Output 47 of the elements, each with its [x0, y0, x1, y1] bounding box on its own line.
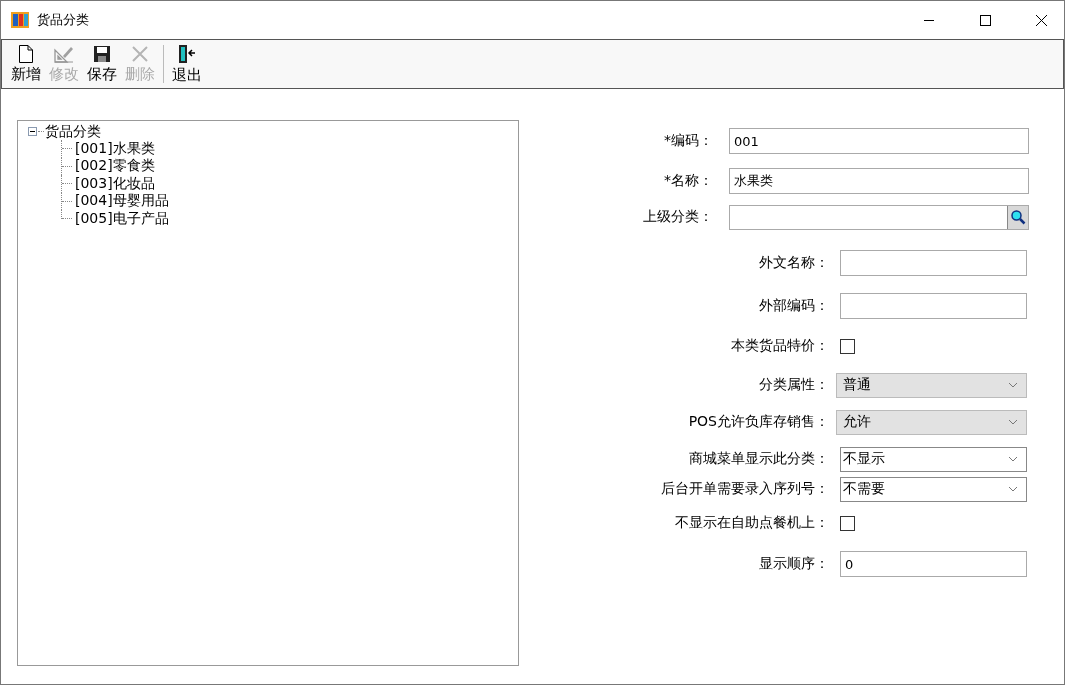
text-field[interactable]: 水果类 [729, 168, 1029, 194]
toolbar-button[interactable]: 新增 [8, 42, 44, 86]
field-label: 本类货品特价： [730, 337, 829, 355]
new-document-icon [18, 44, 34, 63]
toolbar-button[interactable]: 退出 [169, 42, 205, 86]
text-field[interactable]: 0 [840, 551, 1027, 577]
ruler-pen-icon [54, 44, 74, 63]
tree-item[interactable]: [004]母婴用品 [75, 192, 169, 211]
collapse-toggle-icon[interactable] [28, 127, 37, 136]
dropdown[interactable]: 不需要 [840, 476, 1027, 502]
field-label: 外部编码： [758, 297, 829, 315]
chevron-down-icon [1008, 382, 1018, 388]
field-label: *编码： [663, 132, 713, 150]
field-label: 显示顺序： [758, 555, 829, 573]
close-icon [1035, 14, 1047, 26]
chevron-down-icon [1008, 486, 1018, 492]
tree-item[interactable]: [002]零食类 [75, 157, 155, 176]
delete-x-icon [131, 44, 149, 63]
exit-door-icon [178, 43, 196, 64]
app-logo-icon [11, 11, 29, 29]
chevron-down-icon [1008, 419, 1018, 425]
dropdown[interactable]: 允许 [836, 409, 1027, 435]
field-label: 后台开单需要录入序列号： [660, 480, 829, 498]
tree-item[interactable]: [005]电子产品 [75, 209, 169, 228]
dropdown[interactable]: 普通 [836, 372, 1027, 398]
tree-item[interactable]: [001]水果类 [75, 139, 155, 158]
text-field[interactable] [840, 293, 1027, 319]
chevron-down-icon [1008, 456, 1018, 462]
search-button[interactable] [1007, 205, 1028, 229]
tree-item[interactable]: [003]化妆品 [75, 174, 155, 193]
field-label: POS允许负库存销售： [687, 413, 829, 431]
tree-item[interactable]: 货品分类 [45, 122, 101, 141]
lookup-field[interactable] [729, 204, 1029, 230]
text-field[interactable]: 001 [729, 128, 1029, 154]
maximize-icon [979, 14, 991, 26]
field-label: 商城菜单显示此分类： [688, 450, 829, 468]
window-title: 货品分类 [37, 11, 89, 29]
checkbox[interactable] [840, 515, 855, 531]
field-label: 外文名称： [758, 254, 829, 272]
field-label: 不显示在自助点餐机上： [674, 514, 829, 532]
dropdown[interactable]: 不显示 [840, 446, 1027, 472]
text-field[interactable] [840, 250, 1027, 276]
field-label: 上级分类： [642, 208, 713, 226]
checkbox[interactable] [840, 338, 855, 354]
field-label: 分类属性： [758, 376, 829, 394]
field-label: *名称： [663, 172, 713, 190]
toolbar-button[interactable]: 保存 [84, 42, 120, 86]
